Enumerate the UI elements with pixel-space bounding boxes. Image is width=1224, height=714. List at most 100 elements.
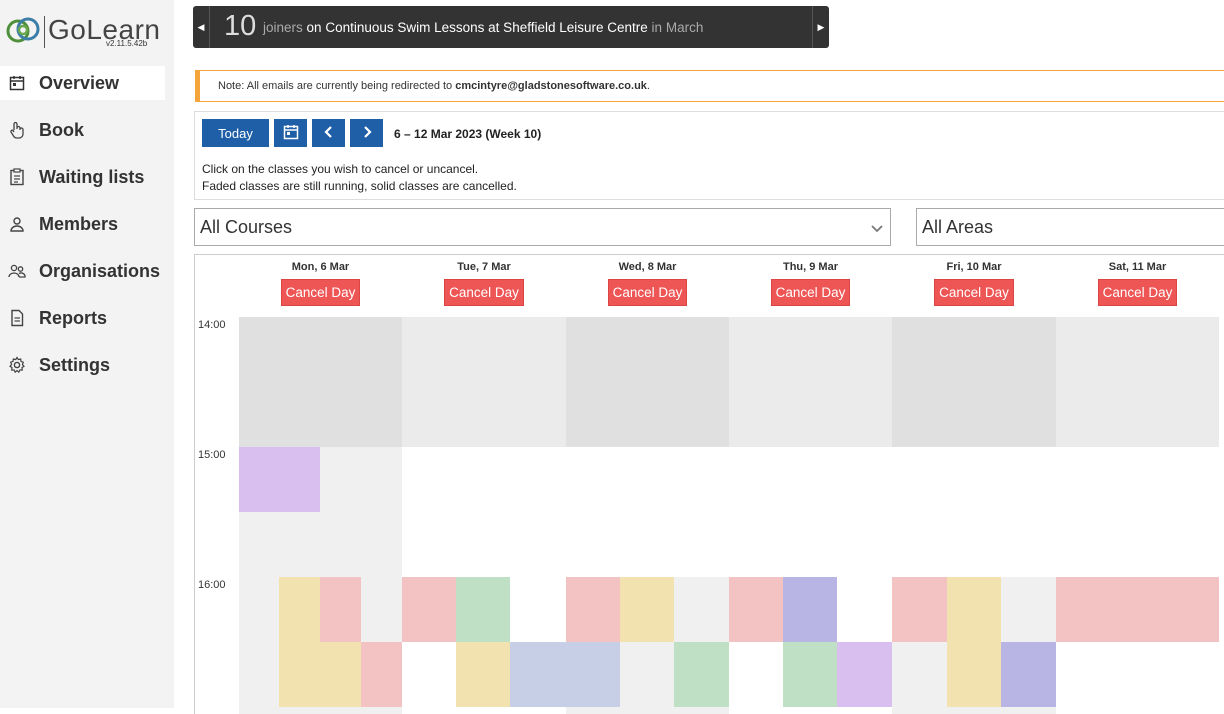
class-block[interactable] <box>320 642 361 707</box>
areas-select[interactable]: All Areas <box>916 208 1224 246</box>
class-block[interactable] <box>620 577 674 642</box>
class-block[interactable] <box>1001 642 1056 707</box>
sidebar-item-label: Book <box>39 119 84 140</box>
cancel-day-button[interactable]: Cancel Day <box>1097 279 1178 306</box>
caret-left-icon: ◀ <box>197 21 205 32</box>
prev-week-button[interactable] <box>312 119 345 147</box>
users-icon <box>8 262 26 280</box>
closed-slot <box>1056 317 1219 447</box>
class-block[interactable] <box>892 577 947 642</box>
class-block[interactable] <box>783 577 837 642</box>
class-block[interactable] <box>279 642 320 707</box>
day-name: Mon, 6 Mar <box>291 261 350 273</box>
sidebar-item-reports[interactable]: Reports <box>0 301 174 335</box>
sidebar-item-label: Settings <box>39 354 111 375</box>
class-block[interactable] <box>837 642 892 707</box>
banner-month: March <box>665 20 704 35</box>
day-name: Tue, 7 Mar <box>457 261 511 273</box>
sidebar-item-members[interactable]: Members <box>0 207 174 241</box>
class-block[interactable] <box>402 577 456 642</box>
day-name: Wed, 8 Mar <box>618 261 677 273</box>
instructions-line-1: Click on the classes you wish to cancel … <box>202 162 479 176</box>
chevron-right-icon <box>362 125 372 141</box>
note-prefix: Note: All emails are currently being red… <box>218 80 453 92</box>
cancel-day-button[interactable]: Cancel Day <box>934 279 1014 306</box>
caret-right-icon: ▶ <box>817 21 825 32</box>
week-label: 6 – 12 Mar 2023 (Week 10) <box>394 127 542 141</box>
sidebar-item-book[interactable]: Book <box>0 113 174 147</box>
class-block[interactable] <box>1056 577 1219 642</box>
day-header-thu: Thu, 9 Mar Cancel Day <box>729 255 892 317</box>
banner-word-in: in <box>651 20 663 35</box>
week-calendar: Mon, 6 Mar Cancel Day Tue, 7 Mar Cancel … <box>194 254 1224 714</box>
sidebar-item-settings[interactable]: Settings <box>0 348 174 382</box>
courses-select[interactable]: All Courses <box>194 208 891 246</box>
sidebar: GoLearn v2.11.5.42b Overview Book Waitin… <box>0 0 174 708</box>
sidebar-nav: Overview Book Waiting lists Members Orga… <box>0 66 174 395</box>
chevron-down-icon <box>870 219 884 240</box>
next-week-button[interactable] <box>350 119 383 147</box>
banner-text: joiners on Continuous Swim Lessons at Sh… <box>263 20 703 35</box>
banner-word-joiners: joiners <box>263 20 303 35</box>
cancel-day-button[interactable]: Cancel Day <box>607 279 688 306</box>
closed-slot <box>566 317 729 447</box>
email-redirect-note: Note: All emails are currently being red… <box>195 70 1224 102</box>
hour-label: 14:00 <box>198 319 226 331</box>
banner-course: Continuous Swim Lessons at Sheffield Lei… <box>325 20 648 35</box>
week-toolbar: Today 6 – 12 Mar 2023 (Week 10) Click on… <box>194 111 1224 200</box>
closed-slot <box>239 317 402 447</box>
class-block[interactable] <box>456 577 510 642</box>
class-block[interactable] <box>320 577 361 642</box>
closed-slot <box>729 317 892 447</box>
hour-label: 15:00 <box>198 449 226 461</box>
user-icon <box>8 215 26 233</box>
today-button[interactable]: Today <box>202 119 269 147</box>
hour-label: 16:00 <box>198 579 226 591</box>
logo-divider <box>44 16 45 48</box>
class-block[interactable] <box>361 642 402 707</box>
sidebar-item-organisations[interactable]: Organisations <box>0 254 174 288</box>
golearn-logo-icon <box>6 17 40 43</box>
calendar-grid: 14:00 15:00 16:00 <box>195 317 1224 714</box>
gear-icon <box>8 356 26 374</box>
joiners-banner: ◀ 10 joiners on Continuous Swim Lessons … <box>193 6 829 48</box>
note-suffix: . <box>646 80 650 92</box>
sidebar-item-label: Overview <box>39 72 120 93</box>
sidebar-item-label: Waiting lists <box>39 166 145 187</box>
sidebar-item-overview[interactable]: Overview <box>0 66 165 100</box>
class-block[interactable] <box>566 577 620 642</box>
class-block[interactable] <box>674 642 729 707</box>
hour-gutter <box>195 317 239 714</box>
day-header-fri: Fri, 10 Mar Cancel Day <box>892 255 1056 317</box>
calendar-icon <box>8 74 26 92</box>
banner-next-button[interactable]: ▶ <box>812 6 829 48</box>
class-block[interactable] <box>729 577 783 642</box>
day-header-sat: Sat, 11 Mar Cancel Day <box>1056 255 1219 317</box>
golearn-logo[interactable]: GoLearn v2.11.5.42b <box>6 8 166 52</box>
instructions: Click on the classes you wish to cancel … <box>202 161 517 195</box>
class-block[interactable] <box>279 447 320 512</box>
class-block[interactable] <box>566 642 620 707</box>
banner-prev-button[interactable]: ◀ <box>193 6 210 48</box>
day-header-mon: Mon, 6 Mar Cancel Day <box>239 255 402 317</box>
sidebar-item-label: Organisations <box>39 260 161 281</box>
class-block[interactable] <box>279 577 320 642</box>
cancel-day-button[interactable]: Cancel Day <box>280 279 361 306</box>
class-block[interactable] <box>239 447 279 512</box>
class-block[interactable] <box>510 642 566 707</box>
clipboard-list-icon <box>8 168 26 186</box>
class-block[interactable] <box>947 577 1001 707</box>
class-block[interactable] <box>783 642 837 707</box>
cancel-day-button[interactable]: Cancel Day <box>444 279 524 306</box>
date-picker-button[interactable] <box>274 119 307 147</box>
day-name: Sat, 11 Mar <box>1108 261 1167 273</box>
banner-word-on: on <box>306 20 322 35</box>
cancel-day-button[interactable]: Cancel Day <box>770 279 851 306</box>
sidebar-item-waiting-lists[interactable]: Waiting lists <box>0 160 174 194</box>
areas-select-value: All Areas <box>922 217 994 237</box>
class-block[interactable] <box>456 642 510 707</box>
day-header-tue: Tue, 7 Mar Cancel Day <box>402 255 566 317</box>
hand-pointer-icon <box>8 121 26 139</box>
courses-select-value: All Courses <box>200 217 293 237</box>
sidebar-item-label: Members <box>39 213 119 234</box>
